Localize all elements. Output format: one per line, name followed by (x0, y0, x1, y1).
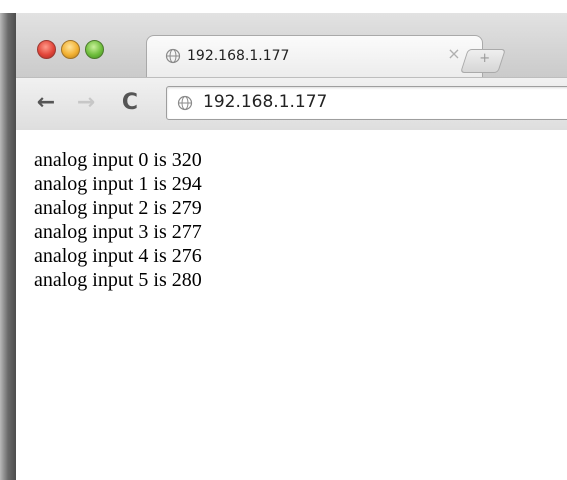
url-text: 192.168.1.177 (203, 92, 328, 112)
list-item: analog input 1 is 294 (34, 173, 202, 195)
tab-active[interactable]: 192.168.1.177 × (146, 35, 483, 78)
close-window-button[interactable] (37, 40, 56, 59)
back-arrow-icon[interactable]: ← (34, 91, 58, 115)
minimize-window-button[interactable] (61, 40, 80, 59)
tab-strip: 192.168.1.177 × + (16, 13, 567, 81)
toolbar: ← → C 192.168.1.177 (16, 77, 567, 131)
reload-icon[interactable]: C (118, 91, 142, 115)
list-item: analog input 3 is 277 (34, 221, 202, 243)
tab-close-icon[interactable]: × (445, 44, 463, 63)
list-item: analog input 2 is 279 (34, 197, 202, 219)
list-item: analog input 5 is 280 (34, 269, 202, 291)
new-tab-button[interactable]: + (460, 49, 506, 73)
window-edge (0, 13, 16, 480)
tab-title: 192.168.1.177 (187, 48, 290, 64)
list-item: analog input 0 is 320 (34, 149, 202, 171)
browser-window: 192.168.1.177 × + ← → C 192.168.1.177 an… (16, 13, 567, 480)
page-content: analog input 0 is 320 analog input 1 is … (16, 130, 567, 480)
list-item: analog input 4 is 276 (34, 245, 202, 267)
globe-icon (177, 95, 193, 111)
address-bar[interactable]: 192.168.1.177 (166, 86, 567, 120)
plus-icon: + (479, 51, 491, 66)
globe-icon (165, 48, 181, 64)
analog-readings-list: analog input 0 is 320 analog input 1 is … (34, 148, 202, 292)
forward-arrow-icon[interactable]: → (74, 91, 98, 115)
top-margin (0, 0, 567, 13)
zoom-window-button[interactable] (85, 40, 104, 59)
